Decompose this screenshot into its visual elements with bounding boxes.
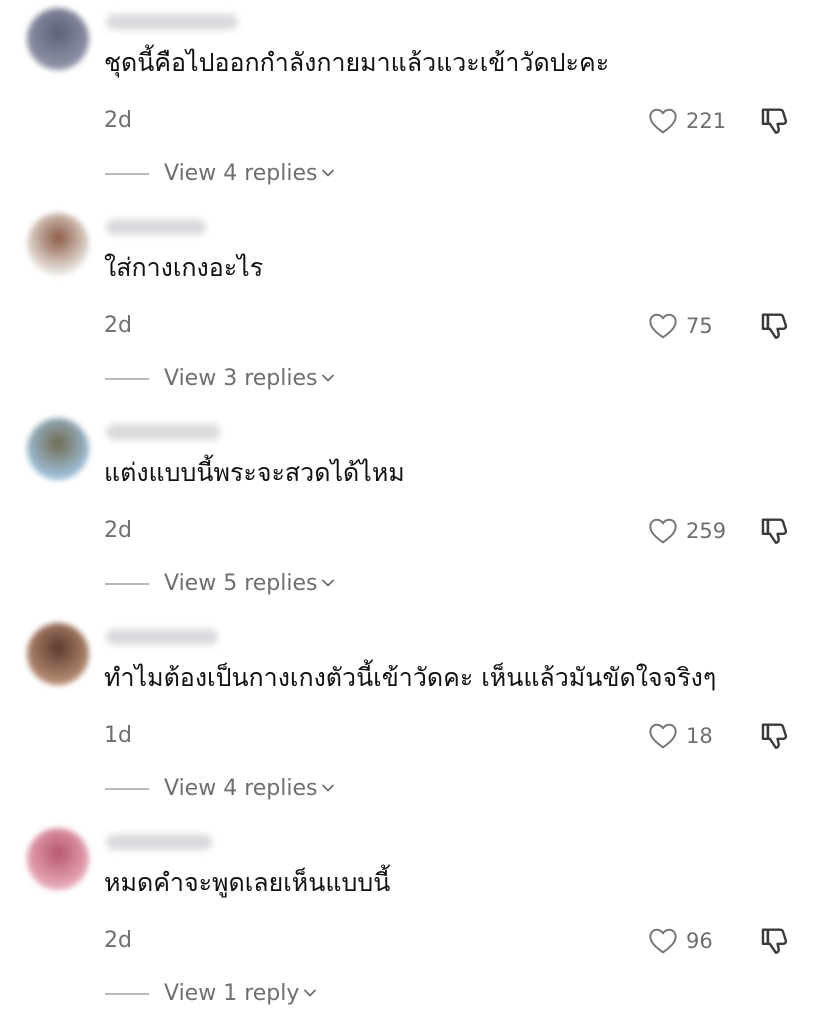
replies-divider — [105, 583, 149, 585]
avatar[interactable] — [27, 418, 89, 480]
view-replies-button[interactable]: View 1 reply — [164, 979, 317, 1009]
heart-icon[interactable] — [647, 720, 679, 752]
like-count: 221 — [686, 109, 727, 133]
view-replies-label: View 1 reply — [164, 981, 300, 1006]
view-replies-button[interactable]: View 3 replies — [164, 364, 335, 394]
chevron-down-icon — [322, 579, 335, 586]
comment-text: หมดคำจะพูดเลยเห็นแบบนี้ — [104, 868, 391, 897]
like-count: 96 — [686, 929, 713, 953]
username-blurred[interactable] — [106, 14, 238, 30]
heart-icon[interactable] — [647, 105, 679, 137]
view-replies-label: View 4 replies — [164, 776, 318, 801]
avatar[interactable] — [27, 828, 89, 890]
heart-icon[interactable] — [647, 515, 679, 547]
like-count: 259 — [686, 519, 727, 543]
comment-timestamp: 2d — [104, 108, 132, 133]
chevron-down-icon — [322, 169, 335, 176]
avatar[interactable] — [27, 213, 89, 275]
username-blurred[interactable] — [106, 424, 220, 440]
chevron-down-icon — [322, 374, 335, 381]
comment-text: แต่งแบบนี้พระจะสวดได้ไหม — [104, 458, 405, 487]
view-replies-button[interactable]: View 4 replies — [164, 159, 335, 189]
comment-item: หมดคำจะพูดเลยเห็นแบบนี้ 2d 96 View 1 rep… — [0, 820, 819, 1025]
comment-item: ใส่กางเกงอะไร 2d 75 View 3 replies — [0, 205, 819, 410]
comment-item: ทำไมต้องเป็นกางเกงตัวนี้เข้าวัดคะ เห็นแล… — [0, 615, 819, 820]
chevron-down-icon — [304, 989, 317, 996]
username-blurred[interactable] — [106, 219, 206, 235]
comment-text: ชุดนี้คือไปออกกำลังกายมาแล้วแวะเข้าวัดปะ… — [104, 48, 610, 77]
comment-timestamp: 2d — [104, 518, 132, 543]
view-replies-button[interactable]: View 5 replies — [164, 569, 335, 599]
avatar[interactable] — [27, 8, 89, 70]
replies-divider — [105, 788, 149, 790]
view-replies-label: View 3 replies — [164, 366, 318, 391]
heart-icon[interactable] — [647, 925, 679, 957]
comment-timestamp: 2d — [104, 313, 132, 338]
thumbs-down-icon[interactable] — [758, 514, 792, 548]
like-count: 75 — [686, 314, 713, 338]
like-count: 18 — [686, 724, 713, 748]
comment-item: แต่งแบบนี้พระจะสวดได้ไหม 2d 259 View 5 r… — [0, 410, 819, 615]
username-blurred[interactable] — [106, 834, 212, 850]
view-replies-button[interactable]: View 4 replies — [164, 774, 335, 804]
avatar[interactable] — [27, 623, 89, 685]
comment-item: ชุดนี้คือไปออกกำลังกายมาแล้วแวะเข้าวัดปะ… — [0, 0, 819, 205]
username-blurred[interactable] — [106, 629, 218, 645]
replies-divider — [105, 378, 149, 380]
replies-divider — [105, 173, 149, 175]
view-replies-label: View 4 replies — [164, 161, 318, 186]
thumbs-down-icon[interactable] — [758, 924, 792, 958]
heart-icon[interactable] — [647, 310, 679, 342]
view-replies-label: View 5 replies — [164, 571, 318, 596]
comment-text: ใส่กางเกงอะไร — [104, 253, 264, 282]
comment-timestamp: 2d — [104, 928, 132, 953]
thumbs-down-icon[interactable] — [758, 719, 792, 753]
replies-divider — [105, 993, 149, 995]
chevron-down-icon — [322, 784, 335, 791]
comment-timestamp: 1d — [104, 723, 132, 748]
thumbs-down-icon[interactable] — [758, 309, 792, 343]
comment-text: ทำไมต้องเป็นกางเกงตัวนี้เข้าวัดคะ เห็นแล… — [104, 663, 717, 692]
thumbs-down-icon[interactable] — [758, 104, 792, 138]
